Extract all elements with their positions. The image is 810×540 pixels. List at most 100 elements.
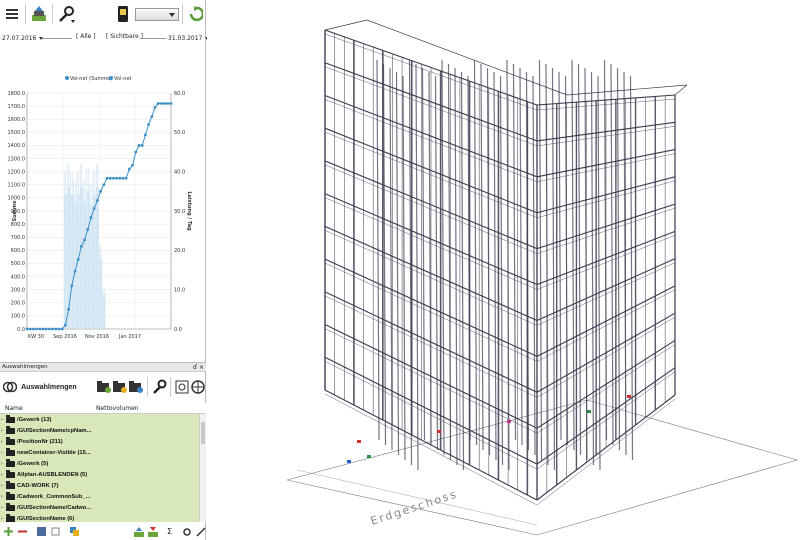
- daily-bar: [88, 190, 90, 329]
- floor-label: Erdgeschoss: [369, 487, 460, 527]
- tree-scrollbar[interactable]: [199, 414, 206, 522]
- import-icon[interactable]: [133, 526, 144, 537]
- cumulative-point: [57, 327, 61, 331]
- tree-row[interactable]: › Allplan-AUSBLENDEN (5): [0, 469, 199, 480]
- wireframe-duct: [577, 63, 582, 456]
- folder-filter-icon[interactable]: [128, 376, 144, 398]
- y-tick-label: 200.0: [11, 301, 25, 307]
- daily-bar: [100, 246, 102, 329]
- tree-row[interactable]: ›/Gewerk (13): [0, 414, 199, 425]
- copy-icon[interactable]: [69, 526, 80, 537]
- cumulative-point: [70, 284, 74, 288]
- tree-row[interactable]: ›/GUISectionName/cpNam...: [0, 425, 199, 436]
- legend-label-daily: Vol-net: [114, 76, 132, 82]
- daily-bar: [95, 163, 97, 329]
- y-tick-label: 500.0: [11, 261, 25, 267]
- selection-sets-icon: [2, 376, 18, 398]
- wireframe-duct: [590, 71, 595, 466]
- 3d-viewport[interactable]: Erdgeschoss: [207, 0, 810, 540]
- y-tick-label: 1800.0: [8, 91, 26, 97]
- daily-bar: [103, 287, 105, 329]
- wireframe-duct: [519, 67, 523, 446]
- x-tick-label: KW 30: [28, 334, 44, 340]
- cumulative-point: [51, 327, 54, 331]
- daily-bar: [95, 194, 96, 329]
- export-icon[interactable]: [29, 3, 49, 25]
- tree-row[interactable]: ›/PositionNr (211): [0, 436, 199, 447]
- column-header-name[interactable]: Name: [5, 403, 23, 414]
- tree-row-label: newContainer-Visible (15...: [17, 449, 91, 456]
- sum-icon[interactable]: Σ: [164, 526, 175, 537]
- hierarchy-icon[interactable]: [174, 376, 190, 398]
- element-marker: [507, 420, 511, 423]
- tree-row[interactable]: › CAD-WORK (7): [0, 480, 199, 491]
- y-tick-label: 400.0: [11, 274, 25, 280]
- daily-bar: [73, 180, 75, 329]
- add-icon[interactable]: [3, 526, 14, 537]
- folder-icon: [6, 437, 15, 445]
- daily-bar: [92, 172, 94, 329]
- all-filter-button[interactable]: [ Alle ]: [76, 33, 96, 40]
- folder-icon: [6, 492, 15, 500]
- wireframe-duct: [395, 71, 400, 456]
- tree-row[interactable]: › newContainer-Visible (15...: [0, 447, 199, 458]
- refresh-icon[interactable]: [186, 3, 206, 25]
- cumulative-point: [35, 327, 38, 331]
- toolbar-divider: [147, 377, 148, 397]
- daily-bar: [96, 187, 98, 329]
- column-header-volume[interactable]: Nettovolumen: [96, 403, 139, 414]
- start-date-select[interactable]: 27.07.2016: [2, 32, 44, 44]
- wireframe-roof: [324, 19, 368, 31]
- settings-icon[interactable]: [181, 526, 192, 537]
- tree-row[interactable]: ›/Gewerk (5): [0, 458, 199, 469]
- remove-icon[interactable]: [17, 526, 28, 537]
- wrench-icon[interactable]: [151, 376, 167, 398]
- view-select[interactable]: [135, 7, 179, 21]
- device-icon[interactable]: [113, 3, 133, 25]
- daily-bar: [103, 293, 104, 329]
- daily-bar: [89, 184, 91, 329]
- daily-bar: [71, 172, 73, 329]
- cumulative-point: [112, 176, 115, 180]
- panel-controls[interactable]: ɗ ×: [193, 363, 204, 372]
- wrench-icon[interactable]: [56, 3, 76, 25]
- visible-filter-button[interactable]: [ Sichtbare ]: [106, 33, 143, 40]
- y-tick-label: 800.0: [11, 222, 25, 228]
- cumulative-point: [153, 106, 157, 109]
- toolbar-divider: [52, 4, 53, 24]
- daily-bar: [65, 172, 67, 329]
- tree-row[interactable]: ›/GUISectionName/Cadwo...: [0, 502, 199, 513]
- tree-row[interactable]: ›/GUISectionName (6): [0, 513, 199, 522]
- hamburger-menu-icon[interactable]: [2, 3, 22, 25]
- tree-row[interactable]: ›/Cadwork_CommonSub_...: [0, 491, 199, 502]
- y-tick-label: 1200.0: [8, 169, 26, 175]
- ungroup-icon[interactable]: [50, 526, 61, 537]
- daily-bar: [82, 187, 83, 329]
- group-icon[interactable]: [36, 526, 47, 537]
- legend-label-sum: Vol-net (Summe): [70, 76, 112, 82]
- export-icon[interactable]: [147, 526, 158, 537]
- wireframe-duct: [499, 75, 504, 466]
- link-icon[interactable]: [195, 526, 206, 537]
- folder-add-icon[interactable]: [96, 376, 112, 398]
- legend-swatch-daily: [109, 76, 113, 80]
- x-tick-label: Sep 2016: [53, 334, 77, 340]
- selection-bottom-bar: Σ: [0, 523, 206, 540]
- scrollbar-thumb[interactable]: [201, 422, 205, 444]
- end-date-select[interactable]: 31.03.2017: [168, 32, 210, 44]
- cumulative-point: [134, 150, 138, 154]
- folder-edit-icon[interactable]: [112, 376, 128, 398]
- element-marker: [587, 410, 591, 413]
- cumulative-point: [105, 176, 109, 180]
- y-tick-label: 300.0: [11, 287, 25, 293]
- globe-icon[interactable]: [190, 376, 206, 398]
- wireframe-duct: [551, 67, 556, 471]
- tree-row-label: /GUISectionName (6): [17, 515, 75, 522]
- y-tick-label: 1700.0: [8, 104, 26, 110]
- y2-tick-label: 0.0: [174, 327, 182, 333]
- building-model[interactable]: Erdgeschoss: [207, 0, 810, 540]
- daily-bar: [99, 246, 100, 329]
- element-marker: [627, 395, 631, 398]
- daily-bar: [94, 172, 95, 329]
- cumulative-point: [156, 102, 160, 105]
